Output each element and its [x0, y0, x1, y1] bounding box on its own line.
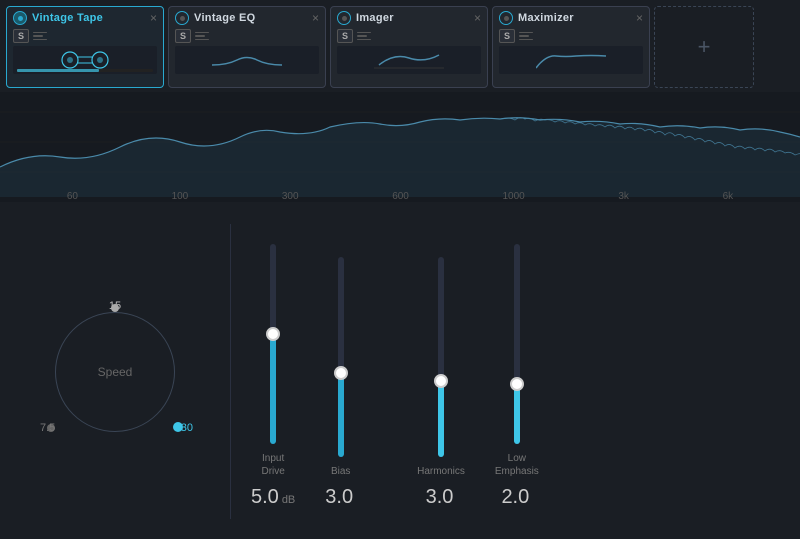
plus-icon: + — [698, 34, 711, 60]
solo-btn-vintage-eq[interactable]: S — [175, 29, 191, 43]
freq-label-600: 600 — [392, 191, 409, 202]
imager-mini-display — [337, 46, 481, 74]
freq-label-6k: 6k — [723, 191, 734, 202]
low-emphasis-fill — [514, 384, 520, 444]
input-drive-thumb[interactable] — [266, 327, 280, 341]
freq-label-1000: 1000 — [503, 191, 525, 202]
input-drive-track — [270, 244, 276, 444]
low-emphasis-label: LowEmphasis — [495, 452, 539, 478]
bias-slider-group: Bias 3.0 — [325, 257, 356, 509]
knob-position-indicator — [111, 304, 119, 312]
settings-icon-vintage-tape — [33, 32, 47, 41]
input-drive-value: 5.0 — [251, 486, 279, 509]
bias-thumb[interactable] — [334, 366, 348, 380]
input-drive-slider-group: InputDrive 5.0 dB — [251, 244, 295, 509]
harmonics-track — [438, 257, 444, 457]
close-tab-imager[interactable]: × — [474, 12, 481, 24]
knob-value-right: 30 — [181, 422, 193, 434]
low-emphasis-slider-group: LowEmphasis 2.0 — [495, 244, 539, 509]
speed-knob-section: 15 Speed 7.5 30 — [0, 214, 230, 529]
input-drive-slider[interactable] — [263, 244, 283, 444]
settings-icon-imager — [357, 32, 371, 41]
solo-btn-vintage-tape[interactable]: S — [13, 29, 29, 43]
sliders-section: InputDrive 5.0 dB Bias 3.0 — [231, 214, 800, 529]
harmonics-label: Harmonics — [417, 465, 465, 478]
harmonics-thumb[interactable] — [434, 374, 448, 388]
solo-btn-maximizer[interactable]: S — [499, 29, 515, 43]
input-drive-unit: dB — [282, 494, 295, 506]
harmonics-value: 3.0 — [426, 486, 454, 509]
freq-label-300: 300 — [282, 191, 299, 202]
plugin-tabs-bar: Vintage Tape × S — [0, 0, 800, 90]
power-icon-maximizer[interactable] — [499, 11, 513, 25]
tape-mini-display — [13, 46, 157, 74]
spectrum-frequency-labels: 60 100 300 600 1000 3k 6k — [0, 191, 800, 202]
speed-knob[interactable]: 15 Speed 7.5 30 — [45, 302, 185, 442]
controls-area: 15 Speed 7.5 30 InputDrive — [0, 204, 800, 539]
tab-maximizer-label: Maximizer — [518, 12, 574, 24]
input-drive-label: InputDrive — [261, 452, 284, 478]
tab-vintage-tape[interactable]: Vintage Tape × S — [6, 6, 164, 88]
power-icon-vintage-eq[interactable] — [175, 11, 189, 25]
low-emphasis-track — [514, 244, 520, 444]
tab-vintage-eq[interactable]: Vintage EQ × S — [168, 6, 326, 88]
harmonics-slider[interactable] — [431, 257, 451, 457]
close-tab-vintage-eq[interactable]: × — [312, 12, 319, 24]
bias-fill — [338, 373, 344, 457]
solo-btn-imager[interactable]: S — [337, 29, 353, 43]
tab-imager-label: Imager — [356, 12, 394, 24]
knob-value-left: 7.5 — [40, 422, 55, 434]
bias-track — [338, 257, 344, 457]
tab-vintage-eq-label: Vintage EQ — [194, 12, 255, 24]
settings-icon-maximizer — [519, 32, 533, 41]
tab-imager[interactable]: Imager × S — [330, 6, 488, 88]
low-emphasis-value: 2.0 — [501, 486, 529, 509]
close-tab-vintage-tape[interactable]: × — [150, 12, 157, 24]
harmonics-slider-group: Harmonics 3.0 — [417, 257, 465, 509]
bias-slider[interactable] — [331, 257, 351, 457]
tab-maximizer[interactable]: Maximizer × S — [492, 6, 650, 88]
power-icon-vintage-tape[interactable] — [13, 11, 27, 25]
spectrum-analyzer: 60 100 300 600 1000 3k 6k — [0, 92, 800, 202]
bias-value: 3.0 — [325, 486, 353, 509]
tab-vintage-tape-label: Vintage Tape — [32, 12, 103, 24]
harmonics-fill — [438, 381, 444, 457]
settings-icon-vintage-eq — [195, 32, 209, 41]
freq-label-60: 60 — [67, 191, 78, 202]
low-emphasis-thumb[interactable] — [510, 377, 524, 391]
bias-label: Bias — [331, 465, 350, 478]
input-drive-fill — [270, 334, 276, 444]
add-plugin-button[interactable]: + — [654, 6, 754, 88]
eq-mini-display — [175, 46, 319, 74]
maximizer-mini-display — [499, 46, 643, 74]
close-tab-maximizer[interactable]: × — [636, 12, 643, 24]
knob-label: Speed — [98, 365, 133, 379]
power-icon-imager[interactable] — [337, 11, 351, 25]
freq-label-100: 100 — [172, 191, 189, 202]
freq-label-3k: 3k — [618, 191, 629, 202]
low-emphasis-slider[interactable] — [507, 244, 527, 444]
